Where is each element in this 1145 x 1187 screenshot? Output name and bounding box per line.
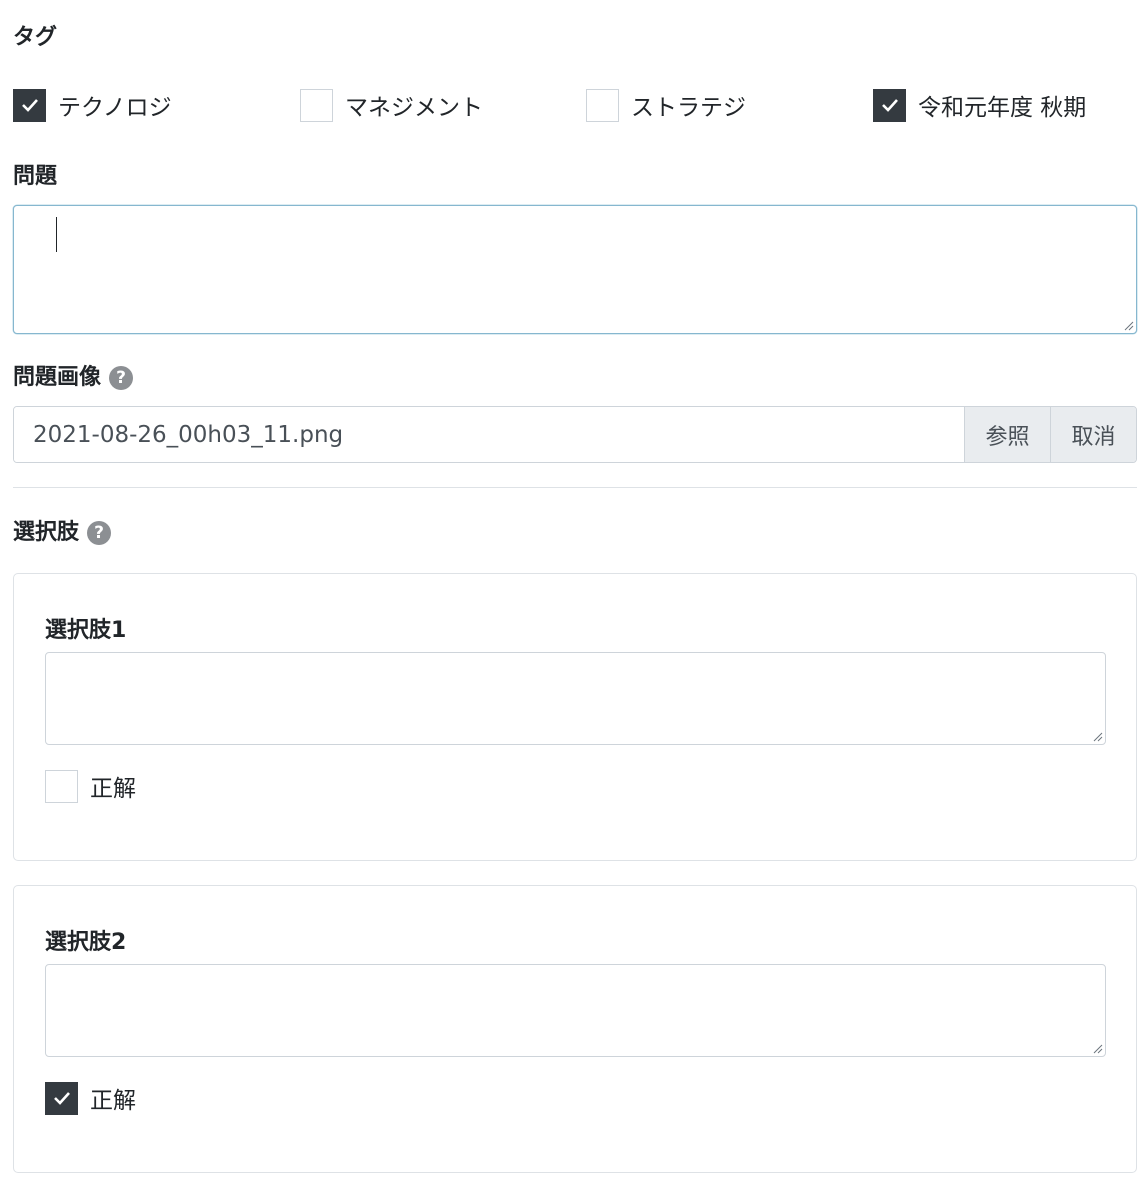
correct-checkbox[interactable]: 正解 [45, 1081, 136, 1115]
correct-checkbox-label: 正解 [90, 1088, 136, 1114]
resize-grip-icon[interactable] [1122, 319, 1134, 331]
tag-checkbox-technology[interactable]: テクノロジ [13, 88, 172, 122]
tag-checkbox-reiwa1-autumn[interactable]: 令和元年度 秋期 [873, 88, 1086, 122]
check-icon [53, 1092, 70, 1105]
tag-checkbox-box[interactable] [13, 88, 46, 122]
choice-card-2: 選択肢2 正解 [13, 885, 1137, 1173]
tag-checkbox-label: マネジメント [345, 95, 483, 121]
cancel-button[interactable]: 取消 [1050, 407, 1136, 462]
tag-checkbox-box[interactable] [300, 88, 333, 122]
choice-card-1: 選択肢1 正解 [13, 573, 1137, 861]
question-image-file-input[interactable]: 2021-08-26_00h03_11.png 参照 取消 [13, 406, 1137, 463]
resize-grip-icon[interactable] [1091, 730, 1103, 742]
question-textarea[interactable] [13, 205, 1137, 334]
question-circle-icon[interactable]: ? [87, 521, 112, 545]
question-form: タグ テクノロジ マネジメント ストラテジ 令和元年度 秋期 問題 問題画像 ?… [0, 0, 1145, 1187]
choice-textarea[interactable] [45, 652, 1106, 745]
file-name-display[interactable]: 2021-08-26_00h03_11.png [14, 407, 964, 462]
resize-grip-icon[interactable] [1091, 1042, 1103, 1054]
question-label: 問題 [13, 166, 57, 188]
tag-checkbox-strategy[interactable]: ストラテジ [586, 88, 746, 122]
tag-checkbox-box[interactable] [586, 88, 619, 122]
tag-checkbox-management[interactable]: マネジメント [300, 88, 483, 122]
choice-title: 選択肢2 [45, 930, 127, 955]
choice-textarea[interactable] [45, 964, 1106, 1057]
correct-checkbox-box[interactable] [45, 1081, 78, 1115]
question-label-text: 問題 [13, 164, 58, 189]
correct-checkbox-label: 正解 [90, 776, 136, 802]
check-icon [881, 99, 898, 112]
choice-title: 選択肢1 [45, 618, 127, 643]
text-caret [56, 217, 57, 252]
tags-label-text: タグ [13, 25, 58, 50]
question-image-label-text: 問題画像 [13, 365, 102, 390]
correct-checkbox-box[interactable] [45, 769, 78, 803]
question-circle-icon[interactable]: ? [109, 366, 134, 390]
divider [13, 487, 1137, 488]
choices-label: 選択肢 ? [13, 520, 112, 545]
correct-checkbox[interactable]: 正解 [45, 769, 136, 803]
tag-checkbox-label: テクノロジ [58, 95, 172, 121]
tag-checkbox-box[interactable] [873, 88, 906, 122]
check-icon [21, 99, 38, 112]
question-image-label: 問題画像 ? [13, 365, 134, 390]
browse-button[interactable]: 参照 [964, 407, 1050, 462]
choices-label-text: 選択肢 [13, 520, 80, 545]
tag-checkbox-label: 令和元年度 秋期 [918, 95, 1087, 121]
tags-label: タグ [13, 27, 57, 49]
tag-checkbox-label: ストラテジ [631, 95, 746, 121]
